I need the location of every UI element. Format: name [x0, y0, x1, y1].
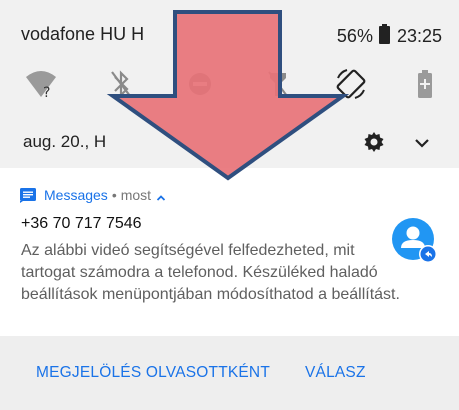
- battery-percent: 56%: [336, 26, 373, 46]
- battery-icon: [378, 24, 390, 49]
- messages-app-icon: [20, 187, 36, 203]
- chevron-up-icon[interactable]: [156, 190, 166, 201]
- avatar: [389, 215, 441, 267]
- svg-text:?: ?: [43, 85, 50, 99]
- date-label: aug. 20., H: [23, 132, 107, 151]
- flashlight-off-icon[interactable]: [258, 64, 298, 104]
- chevron-down-icon[interactable]: [411, 132, 433, 154]
- do-not-disturb-icon[interactable]: [180, 64, 220, 104]
- carrier-label: vodafone HU H: [21, 24, 145, 44]
- sender-number: +36 70 717 7546: [21, 215, 142, 232]
- date-row: aug. 20., H: [0, 118, 459, 168]
- clock: 23:25: [396, 26, 442, 46]
- quick-settings-panel: vodafone HU H 56% 23:25 ? aug. 20., H: [0, 0, 459, 168]
- status-bar: vodafone HU H 56% 23:25: [0, 0, 459, 50]
- app-name: Messages: [44, 187, 108, 203]
- reply-button[interactable]: VÁLASZ: [305, 364, 366, 382]
- header-separator: •: [111, 187, 117, 203]
- auto-rotate-icon[interactable]: [331, 64, 371, 104]
- message-body: Az alábbi videó segítségével felfedezhet…: [21, 242, 400, 303]
- gear-icon[interactable]: [362, 130, 386, 154]
- bluetooth-off-icon[interactable]: [101, 64, 141, 104]
- battery-saver-icon[interactable]: [405, 64, 445, 104]
- status-right: 56% 23:25: [337, 24, 442, 49]
- notification-header: Messages • most: [20, 187, 166, 203]
- notification-card[interactable]: Messages • most +36 70 717 7546 Az alább…: [0, 168, 459, 336]
- mark-as-read-button[interactable]: MEGJELÖLÉS OLVASOTTKÉNT: [36, 364, 270, 382]
- notification-actions: MEGJELÖLÉS OLVASOTTKÉNT VÁLASZ: [0, 336, 459, 410]
- wifi-unknown-icon[interactable]: ?: [21, 64, 61, 104]
- quick-settings-tiles: ?: [0, 60, 459, 108]
- notification-time: most: [120, 187, 152, 203]
